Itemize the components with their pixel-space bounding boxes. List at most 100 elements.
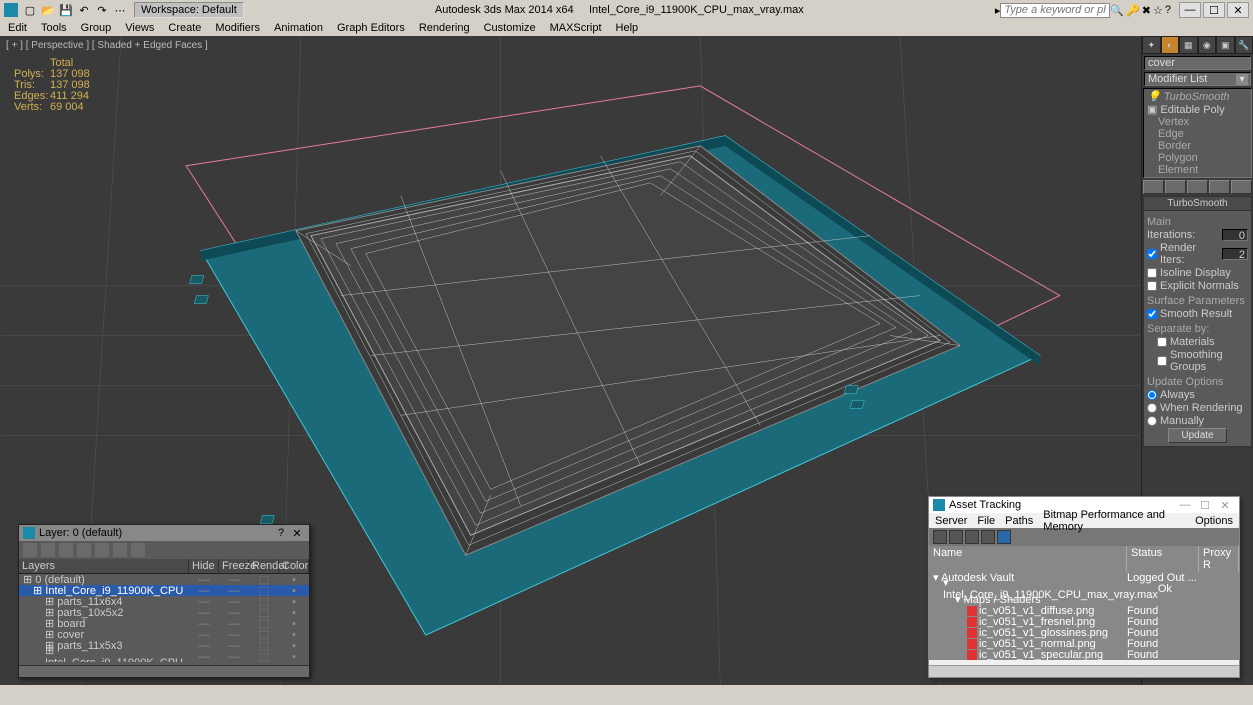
update-rendering-radio[interactable]	[1147, 403, 1157, 413]
asset-header-name[interactable]: Name	[929, 546, 1127, 572]
minimize-button[interactable]: —	[1179, 2, 1201, 18]
redo-icon[interactable]: ↷	[94, 2, 110, 18]
menu-animation[interactable]: Animation	[274, 22, 323, 34]
subobj-edge[interactable]: Edge	[1144, 128, 1251, 140]
update-always-radio[interactable]	[1147, 390, 1157, 400]
open-icon[interactable]: 📂	[40, 2, 56, 18]
modifier-list-dropdown[interactable]: Modifier List	[1144, 72, 1251, 86]
update-button[interactable]: Update	[1168, 428, 1226, 443]
menu-create[interactable]: Create	[168, 22, 201, 34]
asset-view4-button[interactable]	[997, 530, 1011, 544]
modifier-stack[interactable]: 💡 TurboSmooth ▣ Editable Poly Vertex Edg…	[1143, 88, 1252, 178]
layer-dialog-help-button[interactable]: ?	[273, 527, 289, 539]
menu-rendering[interactable]: Rendering	[419, 22, 470, 34]
menu-tools[interactable]: Tools	[41, 22, 67, 34]
utilities-tab[interactable]: 🔧	[1235, 36, 1253, 54]
subobj-polygon[interactable]: Polygon	[1144, 152, 1251, 164]
asset-menu-file[interactable]: File	[977, 515, 995, 527]
asset-view1-button[interactable]	[949, 530, 963, 544]
menu-graph-editors[interactable]: Graph Editors	[337, 22, 405, 34]
motion-tab[interactable]: ◉	[1198, 36, 1217, 54]
asset-header-status[interactable]: Status	[1127, 546, 1199, 572]
highlight-select-button[interactable]	[95, 543, 109, 557]
asset-row[interactable]: ic_v051_v1_glossines.pngFound	[929, 627, 1239, 638]
render-iters-spinner[interactable]: 2	[1222, 248, 1248, 260]
asset-refresh-button[interactable]	[933, 530, 947, 544]
search-go-icon[interactable]: 🔍	[1110, 4, 1124, 17]
iterations-spinner[interactable]: 0	[1222, 229, 1248, 241]
isoline-checkbox[interactable]	[1147, 268, 1157, 278]
delete-layer-button[interactable]	[41, 543, 55, 557]
layer-dialog-titlebar[interactable]: Layer: 0 (default) ? ✕	[19, 525, 309, 541]
new-layer-button[interactable]	[23, 543, 37, 557]
pin-stack-button[interactable]	[1143, 180, 1164, 194]
workspace-dropdown[interactable]: Workspace: Default	[134, 2, 244, 18]
undo-icon[interactable]: ↶	[76, 2, 92, 18]
hide-unhide-button[interactable]	[113, 543, 127, 557]
asset-row[interactable]: ic_v051_v1_normal.pngFound	[929, 638, 1239, 649]
layer-dialog-close-button[interactable]: ✕	[289, 527, 305, 540]
materials-checkbox[interactable]	[1157, 337, 1167, 347]
asset-view2-button[interactable]	[965, 530, 979, 544]
header-color[interactable]: Color	[279, 559, 309, 573]
explicit-checkbox[interactable]	[1147, 281, 1157, 291]
show-end-result-button[interactable]	[1165, 180, 1186, 194]
menu-customize[interactable]: Customize	[484, 22, 536, 34]
header-hide[interactable]: Hide	[189, 559, 219, 573]
layer-scrollbar[interactable]	[19, 665, 309, 677]
save-icon[interactable]: 💾	[58, 2, 74, 18]
menu-maxscript[interactable]: MAXScript	[550, 22, 602, 34]
menu-group[interactable]: Group	[81, 22, 112, 34]
asset-scrollbar[interactable]	[929, 665, 1239, 677]
maximize-button[interactable]: ☐	[1203, 2, 1225, 18]
render-iters-checkbox[interactable]	[1147, 249, 1157, 259]
freeze-unfreeze-button[interactable]	[131, 543, 145, 557]
smooth-result-checkbox[interactable]	[1147, 309, 1157, 319]
smoothing-groups-checkbox[interactable]	[1157, 356, 1167, 366]
asset-dialog-maximize-button[interactable]: ☐	[1195, 499, 1215, 512]
asset-dialog-close-button[interactable]: ✕	[1215, 499, 1235, 512]
create-tab[interactable]: ✦	[1142, 36, 1161, 54]
project-icon[interactable]: ⋯	[112, 2, 128, 18]
asset-row[interactable]: ic_v051_v1_diffuse.pngFound	[929, 605, 1239, 616]
exchange-icon[interactable]: ✖	[1142, 4, 1151, 17]
layer-tree[interactable]: ⊞ 0 (default)——⬚▪⊞ Intel_Core_i9_11900K_…	[19, 574, 309, 662]
menu-modifiers[interactable]: Modifiers	[215, 22, 260, 34]
asset-menu-server[interactable]: Server	[935, 515, 967, 527]
make-unique-button[interactable]	[1187, 180, 1208, 194]
subobj-vertex[interactable]: Vertex	[1144, 116, 1251, 128]
remove-mod-button[interactable]	[1209, 180, 1230, 194]
select-highlight-button[interactable]	[77, 543, 91, 557]
header-render[interactable]: Render	[249, 559, 279, 573]
modify-tab[interactable]: ◐	[1161, 36, 1180, 54]
subobj-border[interactable]: Border	[1144, 140, 1251, 152]
object-name-input[interactable]: cover	[1144, 56, 1251, 70]
menu-views[interactable]: Views	[125, 22, 154, 34]
mod-turbosmooth[interactable]: 💡 TurboSmooth	[1144, 90, 1251, 103]
add-to-layer-button[interactable]	[59, 543, 73, 557]
asset-row[interactable]: ic_v051_v1_specular.pngFound	[929, 649, 1239, 660]
rollup-header[interactable]: TurboSmooth	[1144, 197, 1251, 211]
asset-tree[interactable]: ▾ Autodesk VaultLogged Out ...▾ Intel_Co…	[929, 572, 1239, 660]
display-tab[interactable]: ▣	[1216, 36, 1235, 54]
new-icon[interactable]: ▢	[22, 2, 38, 18]
asset-row[interactable]: ic_v051_v1_fresnel.pngFound	[929, 616, 1239, 627]
close-button[interactable]: ✕	[1227, 2, 1249, 18]
menu-edit[interactable]: Edit	[8, 22, 27, 34]
layer-row[interactable]: ⊞ Intel_Core_i9_11900K_CPU——⬚▪	[19, 651, 309, 662]
asset-menu-options[interactable]: Options	[1195, 515, 1233, 527]
update-manually-radio[interactable]	[1147, 416, 1157, 426]
menu-help[interactable]: Help	[616, 22, 639, 34]
help-icon[interactable]: ?	[1165, 4, 1171, 16]
asset-row[interactable]: ▾ Maps / Shaders	[929, 594, 1239, 605]
header-freeze[interactable]: Freeze	[219, 559, 249, 573]
asset-menu-bitmap[interactable]: Bitmap Performance and Memory	[1043, 509, 1185, 533]
star-icon[interactable]: ☆	[1153, 4, 1163, 17]
asset-view3-button[interactable]	[981, 530, 995, 544]
hierarchy-tab[interactable]: ▦	[1179, 36, 1198, 54]
asset-menu-paths[interactable]: Paths	[1005, 515, 1033, 527]
asset-header-proxy[interactable]: Proxy R	[1199, 546, 1239, 572]
subobj-element[interactable]: Element	[1144, 164, 1251, 176]
mod-editable-poly[interactable]: ▣ Editable Poly	[1144, 103, 1251, 116]
key-icon[interactable]: 🔑	[1126, 4, 1140, 17]
